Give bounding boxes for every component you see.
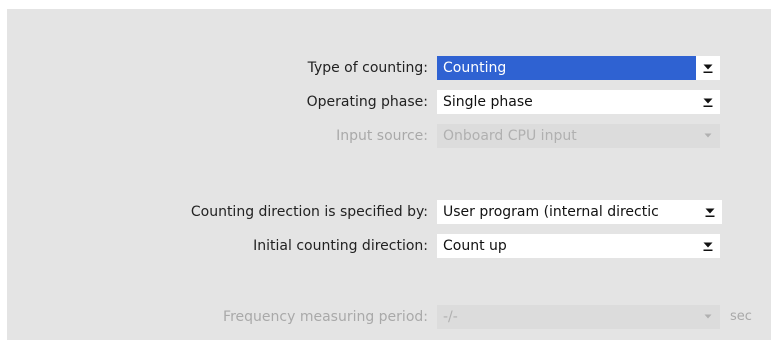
counting-direction-source-select[interactable]: User program (internal directic — [437, 200, 722, 224]
type-of-counting-dropdown-button[interactable] — [696, 56, 720, 80]
chevron-down-icon — [703, 64, 713, 73]
operating-phase-label: Operating phase: — [306, 94, 428, 110]
counting-direction-source-value[interactable]: User program (internal directic — [437, 200, 698, 224]
type-of-counting-label: Type of counting: — [307, 60, 428, 76]
operating-phase-dropdown-button[interactable] — [696, 90, 720, 114]
input-source-dropdown-button — [696, 124, 720, 148]
type-of-counting-value[interactable]: Counting — [437, 56, 696, 80]
initial-counting-direction-dropdown-button[interactable] — [696, 234, 720, 258]
operating-phase-select[interactable]: Single phase — [437, 90, 720, 114]
chevron-down-icon — [703, 98, 713, 107]
initial-counting-direction-label: Initial counting direction: — [253, 238, 428, 254]
input-source-row: Input source: Onboard CPU input — [0, 124, 771, 148]
input-source-select: Onboard CPU input — [437, 124, 720, 148]
type-of-counting-select[interactable]: Counting — [437, 56, 720, 80]
input-source-value: Onboard CPU input — [443, 128, 577, 144]
counting-direction-source-row: Counting direction is specified by: User… — [0, 200, 771, 224]
counting-direction-source-dropdown-button[interactable] — [698, 200, 722, 224]
chevron-down-icon — [704, 133, 712, 138]
operating-phase-row: Operating phase: Single phase — [0, 90, 771, 114]
frequency-measuring-period-label: Frequency measuring period: — [223, 309, 428, 325]
chevron-down-icon — [705, 208, 715, 217]
initial-counting-direction-select[interactable]: Count up — [437, 234, 720, 258]
initial-counting-direction-row: Initial counting direction: Count up — [0, 234, 771, 258]
counting-direction-source-label: Counting direction is specified by: — [190, 204, 428, 220]
frequency-measuring-period-unit: sec — [730, 309, 752, 324]
frequency-measuring-period-row: Frequency measuring period: -/- sec — [0, 305, 771, 329]
frequency-measuring-period-select: -/- — [437, 305, 720, 329]
input-source-label: Input source: — [336, 128, 428, 144]
type-of-counting-row: Type of counting: Counting — [0, 56, 771, 80]
operating-phase-value[interactable]: Single phase — [437, 90, 696, 114]
frequency-measuring-period-dropdown-button — [696, 305, 720, 329]
frequency-measuring-period-value: -/- — [443, 309, 458, 325]
chevron-down-icon — [703, 242, 713, 251]
chevron-down-icon — [704, 314, 712, 319]
initial-counting-direction-value[interactable]: Count up — [437, 234, 696, 258]
